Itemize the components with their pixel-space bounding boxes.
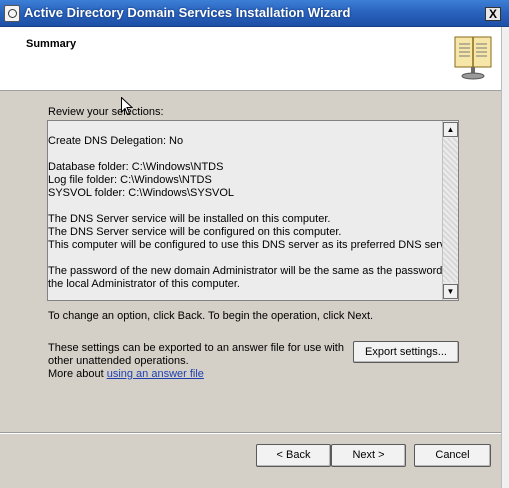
next-button[interactable]: Next >	[331, 444, 406, 467]
summary-line: The password of the new domain Administr…	[48, 265, 455, 277]
summary-line: Database folder: C:\Windows\NTDS	[48, 161, 224, 173]
export-settings-button[interactable]: Export settings...	[353, 341, 459, 363]
cancel-button[interactable]: Cancel	[414, 444, 491, 467]
wizard-window: Active Directory Domain Services Install…	[0, 0, 509, 488]
summary-line	[48, 252, 443, 265]
summary-line: SYSVOL folder: C:\Windows\SYSVOL	[48, 187, 235, 199]
title-bar[interactable]: Active Directory Domain Services Install…	[0, 0, 509, 27]
window-edge	[501, 27, 509, 488]
instruction-text: To change an option, click Back. To begi…	[48, 310, 374, 322]
app-icon	[4, 5, 20, 22]
wizard-header: Summary	[0, 27, 509, 91]
answer-file-link[interactable]: using an answer file	[107, 368, 204, 380]
scroll-up-icon[interactable]: ▲	[443, 122, 458, 137]
summary-line: This computer will be configured to use …	[48, 239, 458, 251]
export-description: These settings can be exported to an ans…	[48, 342, 344, 367]
back-button[interactable]: < Back	[256, 444, 331, 467]
scroll-thumb[interactable]	[443, 138, 458, 282]
more-about-prefix: More about	[48, 368, 107, 380]
close-button[interactable]: X	[485, 7, 501, 21]
book-icon	[454, 36, 492, 80]
summary-line: The DNS Server service will be installed…	[48, 213, 331, 225]
separator	[0, 432, 509, 434]
summary-textbox[interactable]: Create DNS Delegation: No Database folde…	[47, 120, 459, 301]
summary-line	[48, 148, 443, 161]
scroll-down-icon[interactable]: ▼	[443, 284, 458, 299]
review-label: Review your selections:	[48, 106, 164, 118]
window-title: Active Directory Domain Services Install…	[24, 5, 351, 20]
summary-line: Create DNS Delegation: No	[48, 135, 184, 147]
summary-line: The DNS Server service will be configure…	[48, 226, 342, 238]
page-title: Summary	[26, 38, 77, 50]
vertical-scrollbar[interactable]: ▲ ▼	[442, 121, 458, 300]
summary-line: Log file folder: C:\Windows\NTDS	[48, 174, 212, 186]
summary-text: Create DNS Delegation: No Database folde…	[48, 135, 458, 291]
mouse-pointer-icon	[121, 97, 133, 116]
summary-line	[48, 200, 443, 213]
more-about-line: More about using an answer file	[48, 368, 204, 380]
summary-line: the local Administrator of this computer…	[48, 278, 240, 290]
